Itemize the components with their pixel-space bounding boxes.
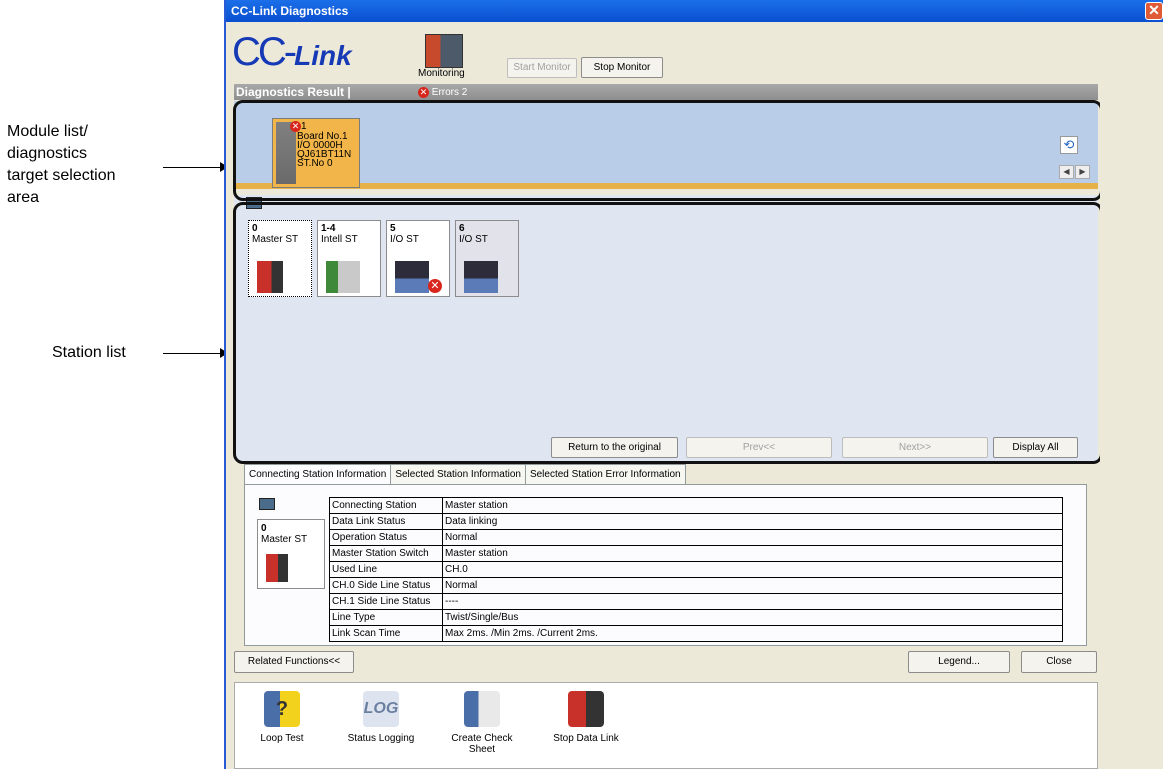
info-key: Link Scan Time	[329, 625, 443, 642]
info-value: Twist/Single/Bus	[442, 609, 1063, 626]
info-row: Operation Status Normal	[329, 529, 1063, 546]
info-row: Connecting Station Master station	[329, 497, 1063, 514]
info-key: Data Link Status	[329, 513, 443, 530]
info-value: Normal	[442, 529, 1063, 546]
info-key: Line Type	[329, 609, 443, 626]
info-row: CH.1 Side Line Status ----	[329, 593, 1063, 610]
module-annotation-line	[163, 167, 220, 168]
connecting-station-panel: 0 Master ST Connecting Station Master sta…	[244, 484, 1087, 646]
cc-link-logo: CC-Link	[232, 30, 352, 75]
info-value: Normal	[442, 577, 1063, 594]
start-monitor-button[interactable]: Start Monitor	[507, 58, 577, 78]
window-title: CC-Link Diagnostics	[231, 4, 349, 18]
function-label: Stop Data Link	[553, 733, 619, 744]
info-value: ----	[442, 593, 1063, 610]
info-key: Connecting Station	[329, 497, 443, 514]
loop-test-icon-text: ?	[275, 698, 289, 720]
function-label: Loop Test	[260, 733, 304, 744]
station-list-annotation: Station list	[52, 344, 126, 361]
check-sheet-icon	[464, 691, 500, 727]
station-number: 0	[261, 523, 267, 534]
tab-selected-station[interactable]: Selected Station Information	[390, 464, 526, 485]
close-button[interactable]: Close	[1021, 651, 1097, 673]
info-value: Max 2ms. /Min 2ms. /Current 2ms.	[442, 625, 1063, 642]
loop-test-icon: ?	[264, 691, 300, 727]
create-check-sheet-function[interactable]: Create Check Sheet	[437, 691, 527, 755]
info-tabs: Connecting Station Information Selected S…	[244, 464, 686, 485]
station-annotation-line	[163, 353, 220, 354]
station-label: Master ST	[261, 534, 308, 545]
station-info-table: Connecting Station Master station Data Lin…	[329, 497, 1063, 642]
logo-suffix: Link	[294, 40, 352, 71]
info-row: Used Line CH.0	[329, 561, 1063, 578]
info-key: Operation Status	[329, 529, 443, 546]
stop-monitor-button[interactable]: Stop Monitor	[581, 57, 663, 78]
function-label: Create Check Sheet	[451, 733, 513, 755]
info-key: Used Line	[329, 561, 443, 578]
info-row: CH.0 Side Line Status Normal	[329, 577, 1063, 594]
errors-indicator: ✕ Errors 2	[418, 87, 467, 98]
annotation-line-4: area	[7, 189, 40, 206]
info-value: Data linking	[442, 513, 1063, 530]
info-row: Line Type Twist/Single/Bus	[329, 609, 1063, 626]
info-value: Master station	[442, 545, 1063, 562]
related-functions-button[interactable]: Related Functions<<	[234, 651, 354, 673]
function-label: Status Logging	[347, 733, 415, 744]
monitoring-label: Monitoring	[418, 68, 465, 79]
log-icon: LOG	[363, 691, 399, 727]
diagnostics-title: Diagnostics Result |	[236, 85, 351, 99]
info-key: Master Station Switch	[329, 545, 443, 562]
right-margin	[1100, 50, 1163, 769]
info-key: CH.1 Side Line Status	[329, 593, 443, 610]
module-list-annotation: Module list/ diagnostics target selectio…	[7, 121, 116, 209]
annotation-line-2: diagnostics	[7, 145, 88, 162]
legend-button[interactable]: Legend...	[908, 651, 1010, 673]
tab-selected-station-error[interactable]: Selected Station Error Information	[524, 464, 686, 485]
info-row: Master Station Switch Master station	[329, 545, 1063, 562]
station-list-highlight	[233, 202, 1103, 464]
monitoring-icon[interactable]	[425, 34, 463, 68]
stop-data-link-icon	[568, 691, 604, 727]
info-value: CH.0	[442, 561, 1063, 578]
info-row: Link Scan Time Max 2ms. /Min 2ms. /Curren…	[329, 625, 1063, 642]
status-logging-function[interactable]: LOG Status Logging	[336, 691, 426, 744]
related-functions-area: ? Loop Test LOG Status Logging Create Ch…	[234, 682, 1098, 769]
log-icon-text: LOG	[363, 700, 399, 717]
module-list-highlight	[233, 100, 1103, 201]
window-close-button[interactable]: ✕	[1145, 2, 1163, 20]
diagnostics-window: CC-Link Diagnostics ✕ CC-Link Monitoring…	[224, 0, 1163, 769]
annotation-line-3: target selection	[7, 167, 116, 184]
errors-label: Errors 2	[431, 87, 468, 99]
info-key: CH.0 Side Line Status	[329, 577, 443, 594]
info-value: Master station	[442, 497, 1063, 514]
logo-prefix: CC-	[232, 30, 297, 74]
loop-test-function[interactable]: ? Loop Test	[237, 691, 327, 744]
tab-connecting-station[interactable]: Connecting Station Information	[244, 464, 392, 485]
info-row: Data Link Status Data linking	[329, 513, 1063, 530]
error-x-icon: ✕	[418, 87, 429, 98]
master-station-icon	[266, 554, 288, 582]
diagnostics-result-bar: Diagnostics Result |	[234, 84, 1098, 100]
title-bar: CC-Link Diagnostics ✕	[226, 0, 1163, 22]
connecting-station-card: 0 Master ST	[257, 519, 325, 589]
stop-data-link-function[interactable]: Stop Data Link	[541, 691, 631, 744]
annotation-line-1: Module list/	[7, 123, 88, 140]
computer-icon	[259, 498, 275, 510]
